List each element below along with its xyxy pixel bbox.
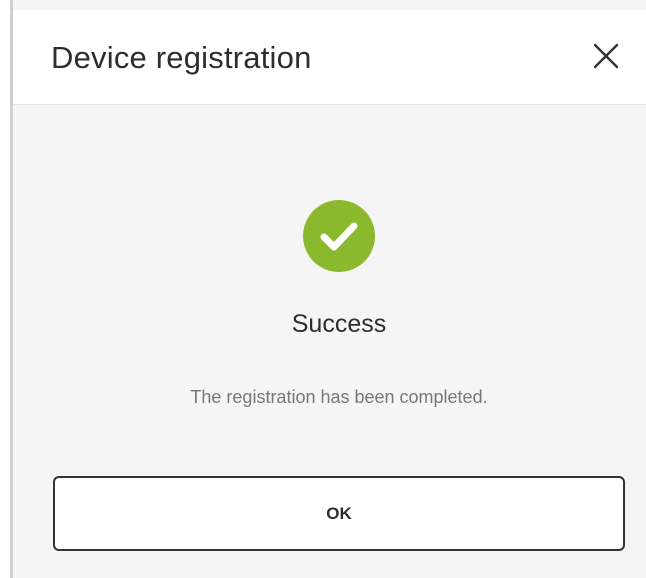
close-button[interactable] <box>590 40 622 72</box>
dialog-header: Device registration <box>13 10 646 105</box>
device-registration-dialog: Device registration Success The registra… <box>10 0 646 578</box>
close-icon <box>593 43 619 69</box>
ok-button[interactable]: OK <box>53 476 625 551</box>
dialog-title: Device registration <box>51 40 312 75</box>
dialog-body: Success The registration has been comple… <box>13 105 646 578</box>
success-heading: Success <box>291 310 387 338</box>
ok-button-label: OK <box>326 503 352 523</box>
check-circle-icon <box>303 200 375 272</box>
success-message: The registration has been completed. <box>190 387 488 407</box>
